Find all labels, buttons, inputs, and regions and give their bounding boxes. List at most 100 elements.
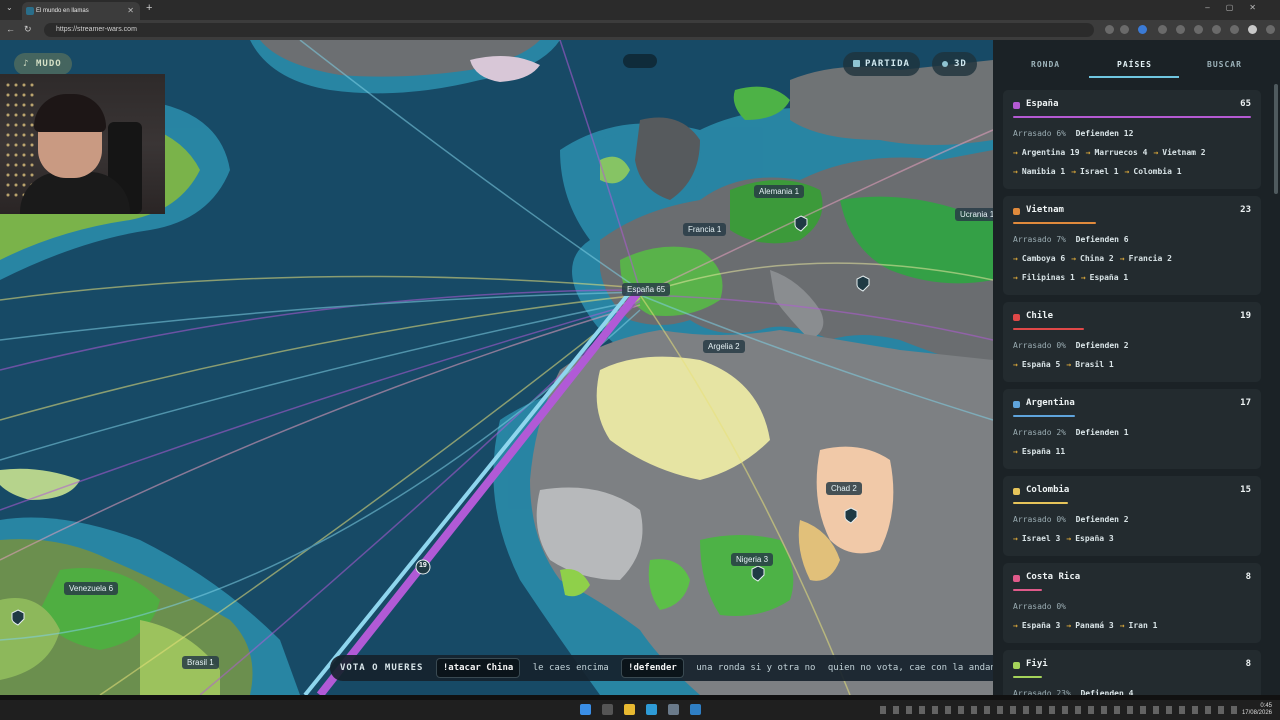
tab-paises[interactable]: PAÍSES [1117, 60, 1152, 69]
download-icon[interactable] [1230, 25, 1239, 34]
zoom-icon[interactable] [1105, 25, 1114, 34]
tab-buscar[interactable]: BUSCAR [1207, 60, 1242, 69]
new-tab-button[interactable]: + [146, 2, 152, 14]
music-note-icon: ♪ [23, 59, 30, 69]
country-score-bar [1013, 676, 1042, 678]
attack-target[interactable]: Iran 1 [1129, 621, 1158, 630]
country-name: Argentina [1026, 398, 1075, 408]
app-icon[interactable] [690, 704, 701, 715]
attack-target[interactable]: Colombia 1 [1133, 167, 1181, 176]
attack-target[interactable]: Marruecos 4 [1094, 148, 1147, 157]
search-icon[interactable] [602, 704, 613, 715]
profile-avatar[interactable] [1248, 25, 1257, 34]
tab-list-chevron-icon[interactable]: ⌄ [6, 3, 13, 12]
map-label-chad[interactable]: Chad 2 [826, 482, 862, 495]
side-panel: RONDA PAÍSES BUSCAR España 65 Arrasado 6% … [993, 40, 1280, 695]
country-card[interactable]: Colombia 15 Arrasado 0% Defienden 2 → Israel… [1003, 476, 1261, 556]
attack-target[interactable]: España 5 [1022, 360, 1061, 369]
browser-icon[interactable] [646, 704, 657, 715]
window-controls[interactable]: –▢✕ [1205, 3, 1272, 12]
attack-target[interactable]: Filipinas 1 [1022, 273, 1075, 282]
map-label-ucrania[interactable]: Ucrania 1 [955, 208, 993, 221]
country-score: 65 [1240, 99, 1251, 109]
country-name: Fiyi [1026, 659, 1048, 669]
defienden-stat: Defienden 1 [1075, 428, 1129, 437]
world-map[interactable]: ♪ MUDO PARTIDA 3D España 65 Francia 1 Al… [0, 40, 993, 695]
tab-ronda[interactable]: RONDA [1031, 60, 1060, 69]
browser-tab-bar: ⌄ El mundo en llamas ✕ + –▢✕ [0, 0, 1280, 20]
attack-row: → España 11 [1013, 442, 1251, 461]
system-tray-icons[interactable] [880, 706, 1240, 714]
country-score-bar [1013, 502, 1068, 504]
country-stats: Arrasado 2% Defienden 1 [1013, 423, 1251, 442]
menu-dots-icon[interactable] [1266, 25, 1275, 34]
steam-icon[interactable] [668, 704, 679, 715]
country-score: 8 [1245, 572, 1251, 582]
country-card[interactable]: Costa Rica 8 Arrasado 0% → España 3 → Panamá 3… [1003, 563, 1261, 643]
attack-target[interactable]: España 11 [1022, 447, 1065, 456]
country-card[interactable]: Argentina 17 Arrasado 2% Defienden 1 → Españ… [1003, 389, 1261, 469]
attack-target[interactable]: Israel 3 [1022, 534, 1061, 543]
panel-tabs: RONDA PAÍSES BUSCAR [993, 40, 1280, 82]
attack-target[interactable]: Namibia 1 [1022, 167, 1065, 176]
attack-target[interactable]: Brasil 1 [1075, 360, 1114, 369]
clock[interactable]: 0:45 17/08/2026 [1242, 703, 1272, 717]
arrow-right-icon: → [1066, 534, 1072, 543]
attack-target[interactable]: China 2 [1080, 254, 1114, 263]
attack-row: → Argentina 19 → Marruecos 4 → Vietnam 2 [1013, 143, 1251, 162]
defienden-stat: Defienden 12 [1075, 129, 1134, 138]
partida-button[interactable]: PARTIDA [843, 52, 920, 76]
browser-tab[interactable]: El mundo en llamas ✕ [22, 2, 140, 20]
attack-target[interactable]: Vietnam 2 [1162, 148, 1205, 157]
defienden-stat: Defienden 2 [1075, 515, 1129, 524]
map-label-francia[interactable]: Francia 1 [683, 223, 727, 236]
map-label-nigeria[interactable]: Nigeria 3 [731, 553, 774, 566]
folder-icon[interactable] [624, 704, 635, 715]
close-tab-icon[interactable]: ✕ [127, 2, 134, 20]
bookmark-star-icon[interactable] [1120, 25, 1129, 34]
country-card-header: Chile 19 [1013, 311, 1251, 325]
country-card[interactable]: Fiyi8Arrasado 23% Defienden 4→Vanuatu 2 [1003, 650, 1261, 695]
top-indicator [623, 54, 657, 68]
map-label-espana[interactable]: España 65 [622, 283, 671, 296]
attack-target[interactable]: España 3 [1022, 621, 1061, 630]
country-card[interactable]: España 65 Arrasado 6% Defienden 12 → Argenti… [1003, 90, 1261, 189]
extension-icon[interactable] [1158, 25, 1167, 34]
country-score: 15 [1240, 485, 1251, 495]
map-label-brasil[interactable]: Brasil 1 [182, 656, 219, 669]
defienden-stat: Defienden 6 [1075, 235, 1129, 244]
map-label-alemania[interactable]: Alemania 1 [754, 185, 805, 198]
attack-target[interactable]: España 1 [1090, 273, 1129, 282]
address-bar[interactable]: https://streamer-wars.com [44, 23, 1094, 37]
attack-target[interactable]: España 3 [1075, 534, 1114, 543]
extensions-puzzle-icon[interactable] [1212, 25, 1221, 34]
attack-row: → España 3 → Panamá 3 → Iran 1 [1013, 616, 1251, 635]
extension-icon[interactable] [1176, 25, 1185, 34]
music-toggle-button[interactable]: ♪ MUDO [14, 53, 72, 75]
attack-target[interactable]: Argentina 19 [1022, 148, 1080, 157]
back-arrow-icon[interactable]: ← [6, 24, 15, 34]
arrasado-stat: Arrasado 0% [1013, 602, 1066, 611]
defend-description: una ronda si y otra no [696, 663, 816, 673]
map-label-argelia[interactable]: Argelia 2 [703, 340, 745, 353]
reload-icon[interactable]: ↻ [24, 24, 32, 35]
country-color-swatch [1013, 401, 1020, 408]
country-color-swatch [1013, 575, 1020, 582]
country-card[interactable]: Vietnam 23 Arrasado 7% Defienden 6 → Camboya… [1003, 196, 1261, 295]
attack-target[interactable]: Camboya 6 [1022, 254, 1065, 263]
arrow-right-icon: → [1013, 360, 1018, 369]
attack-target[interactable]: Francia 2 [1129, 254, 1172, 263]
start-windows-icon[interactable] [580, 704, 591, 715]
attack-target[interactable]: Israel 1 [1080, 167, 1119, 176]
attack-target[interactable]: Panamá 3 [1075, 621, 1114, 630]
extension-icon[interactable] [1138, 25, 1147, 34]
map-label-venezuela[interactable]: Venezuela 6 [64, 582, 119, 595]
extension-icon[interactable] [1194, 25, 1203, 34]
country-card-header: Fiyi 8 [1013, 659, 1251, 673]
country-name: Vietnam [1026, 205, 1064, 215]
country-card[interactable]: Chile 19 Arrasado 0% Defienden 2 → España 5 →… [1003, 302, 1261, 382]
defend-command: !defender [621, 658, 684, 678]
view-3d-button[interactable]: 3D [932, 52, 977, 76]
ticker-title: VOTA O MUERES [340, 663, 424, 673]
panel-scrollbar[interactable] [1274, 84, 1278, 194]
